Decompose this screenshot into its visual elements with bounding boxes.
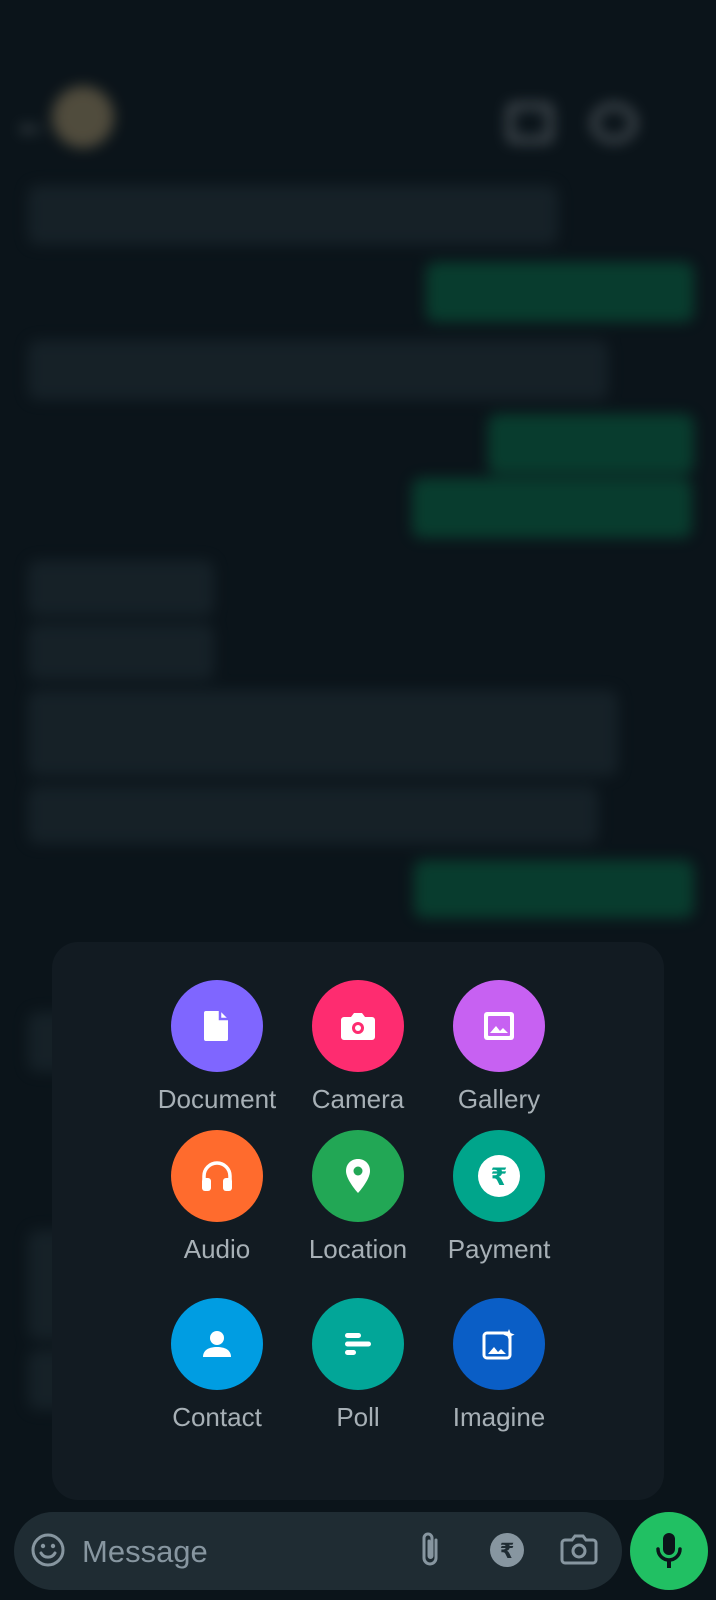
location-option[interactable]: Location — [288, 1130, 428, 1265]
attachment-sheet: Document Camera Gallery Audio Location ₹… — [52, 942, 664, 1500]
message-bubble — [28, 624, 214, 680]
audio-circle[interactable] — [171, 1130, 263, 1222]
contact-label: Contact — [172, 1402, 262, 1432]
poll-circle[interactable] — [312, 1298, 404, 1390]
location-pin-icon — [346, 1159, 370, 1193]
back-arrow-icon: ← — [14, 102, 50, 143]
message-bubble — [28, 340, 608, 400]
poll-option[interactable]: Poll — [288, 1298, 428, 1433]
payment-rupee-icon[interactable]: ₹ — [488, 1531, 526, 1574]
microphone-icon — [656, 1533, 682, 1568]
contact-circle[interactable] — [171, 1298, 263, 1390]
message-input[interactable] — [80, 1526, 394, 1578]
payment-label: Payment — [447, 1234, 551, 1264]
voice-call-icon — [592, 104, 636, 142]
rupee-icon: ₹ — [478, 1155, 520, 1197]
imagine-option[interactable]: Imagine — [429, 1298, 569, 1433]
imagine-circle[interactable] — [453, 1298, 545, 1390]
document-label: Document — [157, 1084, 277, 1114]
audio-label: Audio — [183, 1234, 251, 1264]
message-bubble — [414, 860, 694, 918]
document-circle[interactable] — [171, 980, 263, 1072]
imagine-icon — [482, 1329, 515, 1360]
camera-circle[interactable] — [312, 980, 404, 1072]
message-composer: ₹ — [14, 1512, 622, 1590]
message-bubble — [488, 414, 694, 474]
camera-option[interactable]: Camera — [288, 980, 428, 1115]
gallery-circle[interactable] — [453, 980, 545, 1072]
imagine-label: Imagine — [452, 1402, 546, 1432]
message-bubble — [28, 690, 618, 776]
voice-record-button[interactable] — [630, 1512, 708, 1590]
message-bubble — [426, 262, 694, 322]
video-call-icon — [508, 104, 552, 142]
poll-icon — [345, 1333, 371, 1355]
message-bubble — [28, 185, 558, 245]
avatar — [52, 86, 114, 148]
camera-icon — [341, 1013, 375, 1040]
location-label: Location — [308, 1234, 408, 1264]
payment-option[interactable]: ₹ Payment — [429, 1130, 569, 1265]
emoji-icon[interactable] — [30, 1532, 66, 1573]
chat-header: ← — [0, 80, 716, 160]
gallery-icon — [484, 1012, 514, 1040]
message-bubble — [28, 560, 214, 616]
payment-circle[interactable]: ₹ — [453, 1130, 545, 1222]
message-bubble — [412, 478, 692, 538]
contact-option[interactable]: Contact — [147, 1298, 287, 1433]
camera-icon[interactable] — [560, 1532, 598, 1571]
svg-text:₹: ₹ — [491, 1163, 508, 1191]
contact-person-icon — [203, 1331, 231, 1357]
headphones-icon — [202, 1161, 232, 1191]
attach-paperclip-icon[interactable] — [416, 1530, 446, 1575]
gallery-option[interactable]: Gallery — [429, 980, 569, 1115]
document-icon — [204, 1011, 228, 1041]
camera-label: Camera — [311, 1084, 405, 1114]
location-circle[interactable] — [312, 1130, 404, 1222]
document-option[interactable]: Document — [147, 980, 287, 1115]
svg-text:₹: ₹ — [500, 1539, 515, 1563]
status-bar — [40, 22, 676, 62]
message-bubble — [28, 786, 598, 844]
audio-option[interactable]: Audio — [147, 1130, 287, 1265]
poll-label: Poll — [336, 1402, 380, 1432]
gallery-label: Gallery — [457, 1084, 541, 1114]
